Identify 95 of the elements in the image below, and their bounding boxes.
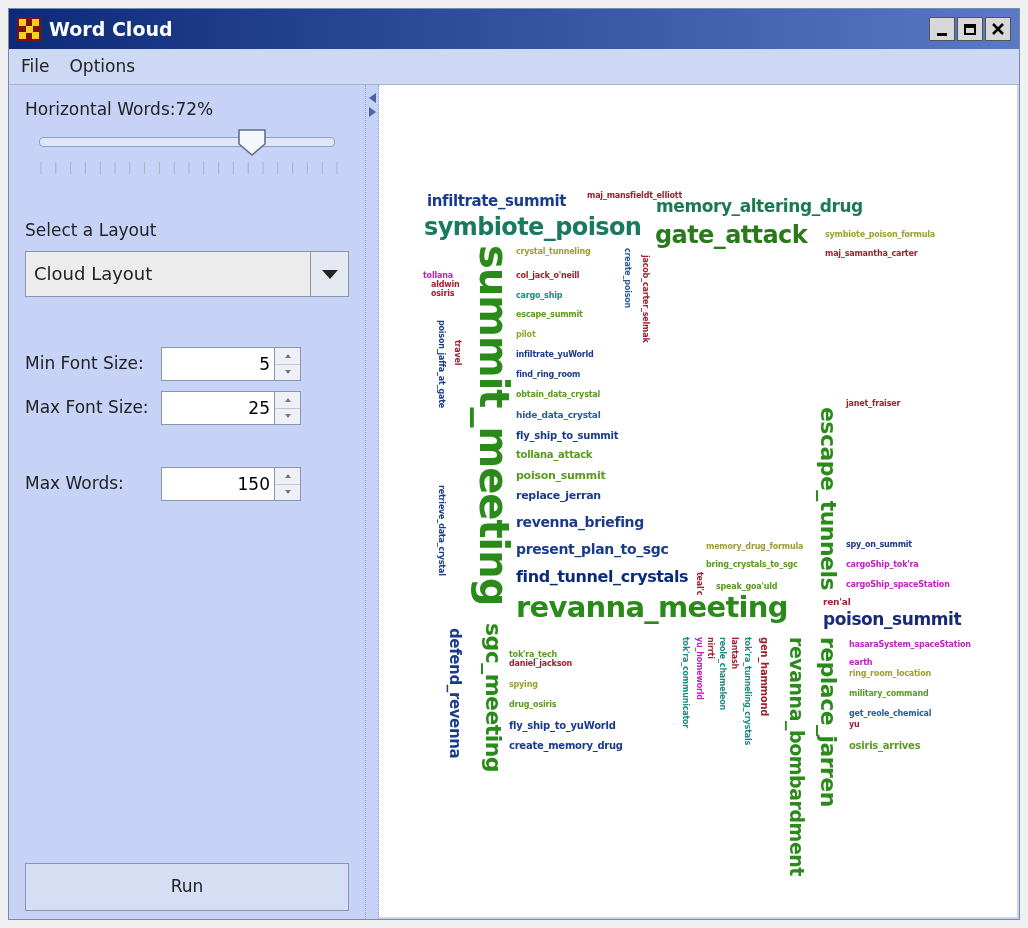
right-arrow-icon[interactable]	[368, 107, 376, 117]
field-label: Min Font Size:	[25, 352, 145, 376]
cloud-word: hasaraSystem_spaceStation	[849, 641, 971, 649]
app-icon	[17, 17, 41, 41]
cloud-word: replace_jarren	[817, 637, 839, 807]
cloud-word: find_ring_room	[516, 371, 581, 379]
cloud-word: gate_attack	[655, 223, 808, 247]
cloud-word: defend_revenna	[447, 628, 462, 759]
cloud-word: replace_jerran	[516, 490, 601, 501]
cloud-word: tollana_attack	[516, 450, 593, 460]
cloud-word: jacob_carter_selmak	[641, 255, 649, 343]
left-arrow-icon[interactable]	[368, 93, 376, 103]
cloud-word: col_jack_o'neill	[516, 272, 580, 280]
up-arrow-icon[interactable]	[284, 473, 291, 478]
cloud-word: cargoShip_spaceStation	[846, 581, 950, 589]
cloud-word: poison_jaffa_at_gate	[437, 320, 445, 409]
up-arrow-icon[interactable]	[284, 397, 291, 402]
cloud-word: ren'al	[823, 598, 851, 607]
cloud-word: yu_homeworld	[695, 637, 703, 700]
cloud-word: fly_ship_to_yuWorld	[509, 721, 616, 731]
cloud-word: hide_data_crystal	[516, 411, 601, 420]
cloud-word: speak_goa'uld	[716, 583, 778, 591]
maximize-button[interactable]	[957, 17, 983, 41]
cloud-word: pilot	[516, 331, 536, 339]
layout-dropdown[interactable]: Cloud Layout	[25, 251, 349, 297]
caret-icon	[321, 269, 338, 279]
cloud-word: sgc_meeting	[482, 623, 504, 773]
cloud-word: janet_fraiser	[846, 400, 901, 408]
slider[interactable]	[39, 127, 335, 156]
cloud-word: travel	[453, 340, 461, 366]
menu-item[interactable]: File	[21, 53, 50, 80]
cloud-word: tok'ra_communicator	[681, 637, 689, 729]
minimize-button[interactable]	[929, 17, 955, 41]
cloud-word: tok'ra_tech	[509, 651, 557, 659]
cloud-word: escape_summit	[516, 311, 583, 319]
cloud-word: obtain_data_crystal	[516, 391, 601, 399]
menu-item[interactable]: Options	[69, 53, 136, 80]
run-button[interactable]: Run	[25, 863, 349, 911]
cloud-word: symbiote_poison_formula	[825, 231, 935, 239]
cloud-word: lantash	[730, 637, 738, 670]
cloud-word: crystal_tunneling	[516, 248, 591, 256]
cloud-word: maj_mansfieldt_elliott	[587, 192, 682, 200]
cloud-word: yu	[849, 721, 860, 729]
cloud-word: reole_chameleon	[718, 637, 726, 710]
cloud-word: poison_summit	[823, 611, 962, 628]
cloud-word: present_plan_to_sgc	[516, 542, 669, 556]
field-label: Max Font Size:	[25, 396, 150, 420]
cloud-word: memory_drug_formula	[706, 543, 804, 551]
cloud-word: teal'c	[695, 572, 703, 596]
number-spinner[interactable]: 5	[161, 347, 301, 381]
cloud-word: aldwin	[431, 281, 460, 289]
close-button[interactable]	[985, 17, 1011, 41]
cloud-word: infiltrate_yuWorld	[516, 351, 594, 359]
cloud-word: maj_samantha_carter	[825, 250, 918, 258]
close-icon	[992, 23, 1004, 35]
cloud-word: drug_osiris	[509, 701, 557, 709]
cloud-word: create_memory_drug	[509, 741, 623, 751]
cloud-word: escape_tunnels	[817, 407, 839, 590]
slider-thumb[interactable]	[237, 127, 268, 156]
cloud-word: infiltrate_summit	[427, 194, 566, 209]
cloud-word: spy_on_summit	[846, 541, 912, 549]
cloud-word: create_poison	[623, 248, 631, 309]
number-spinner[interactable]: 150	[161, 467, 301, 501]
cloud-word: find_tunnel_crystals	[516, 569, 689, 585]
cloud-word: symbiote_poison	[424, 215, 642, 239]
cloud-word: daniel_jackson	[509, 660, 573, 668]
number-spinner[interactable]: 25	[161, 391, 301, 425]
cloud-word: poison_summit	[516, 470, 606, 481]
cloud-word: retrieve_data_crystal	[437, 485, 445, 576]
cloud-word: bring_crystals_to_sgc	[706, 561, 798, 569]
cloud-word: ring_room_location	[849, 670, 931, 678]
window-title: Word Cloud	[49, 16, 173, 42]
down-arrow-icon[interactable]	[284, 490, 291, 495]
cloud-word: nirrti	[706, 637, 714, 659]
cloud-word: memory_altering_drug	[656, 198, 863, 215]
cloud-word: osiris_arrives	[849, 741, 921, 751]
cloud-word: spying	[509, 681, 538, 689]
cloud-word: cargoShip_tok'ra	[846, 561, 919, 569]
slider-label: Horizontal Words:72%	[25, 98, 215, 121]
cloud-word: revanna_bombardment	[787, 637, 806, 876]
layout-label: Select a Layout	[25, 218, 158, 242]
field-label: Max Words:	[25, 472, 125, 496]
cloud-word: revenna_briefing	[516, 515, 644, 529]
cloud-word: earth	[849, 659, 873, 667]
cloud-word: military_command	[849, 690, 929, 698]
cloud-word: osiris	[431, 290, 455, 298]
down-arrow-icon[interactable]	[284, 370, 291, 375]
down-arrow-icon[interactable]	[284, 414, 291, 419]
cloud-word: tollana	[423, 272, 453, 280]
cloud-word: cargo_ship	[516, 292, 563, 300]
cloud-word: fly_ship_to_summit	[516, 431, 619, 441]
cloud-word: gen_hammond	[759, 637, 769, 717]
cloud-word: get_reole_chemical	[849, 710, 932, 718]
cloud-word: tok'ra_tunneling_crystals	[743, 637, 751, 746]
up-arrow-icon[interactable]	[284, 353, 291, 358]
